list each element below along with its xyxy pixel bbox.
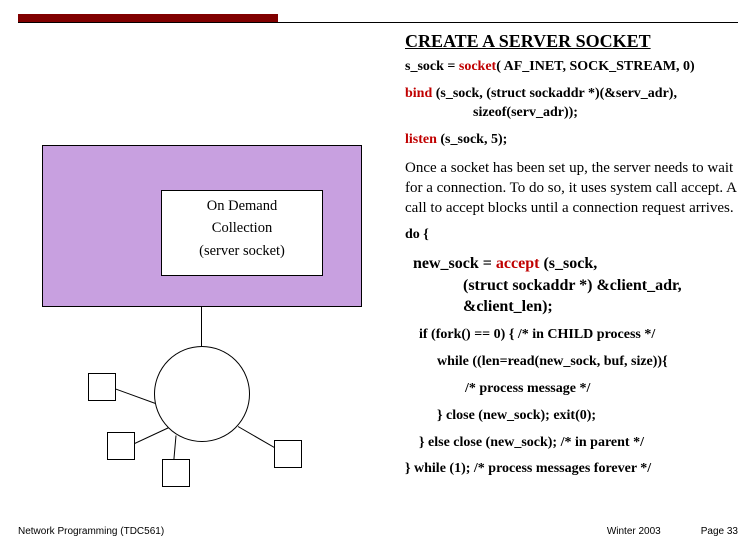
process-msg: /* process message */: [405, 380, 740, 399]
listen-keyword: listen: [405, 132, 437, 147]
header-rule: [18, 22, 738, 23]
accept-assign: new_sock =: [413, 255, 496, 272]
inner-box-line1: On Demand: [162, 195, 322, 217]
accept-l3: &client_len);: [413, 298, 553, 315]
bind-keyword: bind: [405, 86, 432, 101]
inner-box-line3: (server socket): [162, 240, 322, 262]
while-forever: } while (1); /* process messages forever…: [405, 460, 740, 479]
bind-block: bind (s_sock, (struct sockaddr *)(&serv_…: [405, 85, 740, 123]
slide-title: CREATE A SERVER SOCKET: [405, 31, 651, 52]
socket-line: s_sock = socket( AF_INET, SOCK_STREAM, 0…: [405, 58, 740, 77]
socket-args: ( AF_INET, SOCK_STREAM, 0): [496, 59, 694, 74]
socket-keyword: socket: [459, 59, 496, 74]
diagram-square-3: [162, 459, 190, 487]
accept-l1: (s_sock,: [539, 255, 597, 272]
code-column: s_sock = socket( AF_INET, SOCK_STREAM, 0…: [405, 58, 740, 487]
listen-args: (s_sock, 5);: [437, 132, 507, 147]
diagram-square-2: [107, 432, 135, 460]
bind-line2: sizeof(serv_adr));: [405, 105, 578, 120]
listen-line: listen (s_sock, 5);: [405, 131, 740, 150]
diagram-stem: [201, 306, 202, 346]
socket-assign: s_sock =: [405, 59, 459, 74]
close-child: } close (new_sock); exit(0);: [405, 407, 740, 426]
header-accent-bar: [18, 14, 278, 22]
footer-right: Page 33: [701, 526, 738, 537]
diagram-circle: [154, 346, 250, 442]
diagram-outer-box: On Demand Collection (server socket): [42, 145, 362, 307]
accept-keyword: accept: [496, 255, 540, 272]
fork-line: if (fork() == 0) { /* in CHILD process *…: [405, 326, 740, 345]
bind-line1: (s_sock, (struct sockaddr *)(&serv_adr),: [432, 86, 677, 101]
else-parent: } else close (new_sock); /* in parent */: [405, 434, 740, 453]
footer: Network Programming (TDC561) Winter 2003…: [18, 526, 738, 537]
do-open: do {: [405, 226, 740, 245]
while-read: while ((len=read(new_sock, buf, size)){: [405, 353, 740, 372]
footer-left: Network Programming (TDC561): [18, 526, 164, 537]
diagram-square-4: [274, 440, 302, 468]
accept-l2: (struct sockaddr *) &client_adr,: [413, 277, 682, 294]
inner-box-line2: Collection: [162, 217, 322, 239]
diagram-square-1: [88, 373, 116, 401]
footer-mid: Winter 2003: [607, 526, 661, 537]
explanation-paragraph: Once a socket has been set up, the serve…: [405, 158, 740, 219]
diagram-inner-box: On Demand Collection (server socket): [161, 190, 323, 276]
diagram: On Demand Collection (server socket): [42, 145, 372, 495]
accept-block: new_sock = accept (s_sock, (struct socka…: [413, 253, 740, 318]
